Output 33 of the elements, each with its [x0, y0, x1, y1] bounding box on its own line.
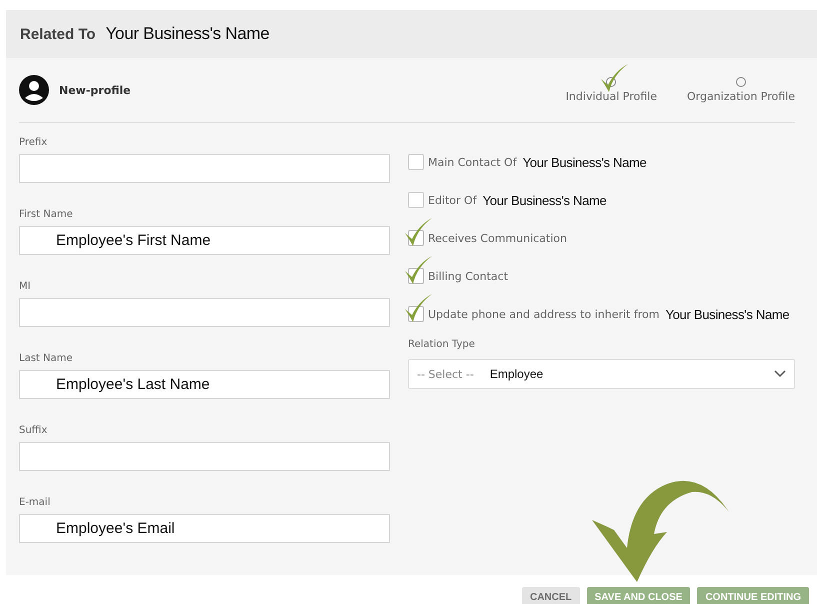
business-name: Your Business's Name	[665, 306, 790, 322]
profile-name: New-profile	[59, 84, 132, 96]
related-to-label: Related To	[20, 26, 96, 42]
checkbox-label: Update phone and address to inherit from	[428, 308, 660, 320]
checkbox[interactable]	[408, 154, 424, 170]
field-label: Prefix	[19, 137, 48, 150]
chevron-down-icon	[774, 370, 786, 378]
field-label: Last Name	[19, 353, 74, 366]
user-avatar-icon	[19, 75, 49, 105]
field-label: E-mail	[19, 497, 52, 510]
field-label: Relation Type	[408, 339, 476, 352]
text-field[interactable]: Employee's First Name	[19, 226, 390, 255]
business-name: Your Business's Name	[106, 24, 270, 44]
field-label: Suffix	[19, 425, 48, 438]
radio-button[interactable]	[736, 77, 746, 87]
radio-label: Organization Profile	[686, 90, 795, 103]
field-label: First Name	[19, 209, 74, 222]
text-field[interactable]	[19, 154, 390, 183]
business-name: Your Business's Name	[482, 192, 606, 208]
checkbox-label: Receives Communication	[428, 232, 567, 244]
text-field[interactable]	[19, 442, 390, 471]
business-name: Your Business's Name	[522, 154, 646, 170]
text-field[interactable]: Employee's Last Name	[19, 370, 390, 399]
checkbox[interactable]	[408, 192, 424, 208]
checkbox-label: Editor Of	[428, 194, 477, 206]
checkbox-label: Main Contact Of	[428, 156, 517, 168]
field-label: MI	[19, 281, 32, 294]
radio-label: Individual Profile	[566, 90, 657, 103]
action-button[interactable]: CANCEL	[522, 587, 580, 604]
text-field[interactable]: Employee's Email	[19, 514, 390, 543]
text-field[interactable]	[19, 298, 390, 327]
relation-type-select[interactable]: -- Select -- Employee	[408, 359, 795, 389]
checkbox-label: Billing Contact	[428, 270, 508, 282]
